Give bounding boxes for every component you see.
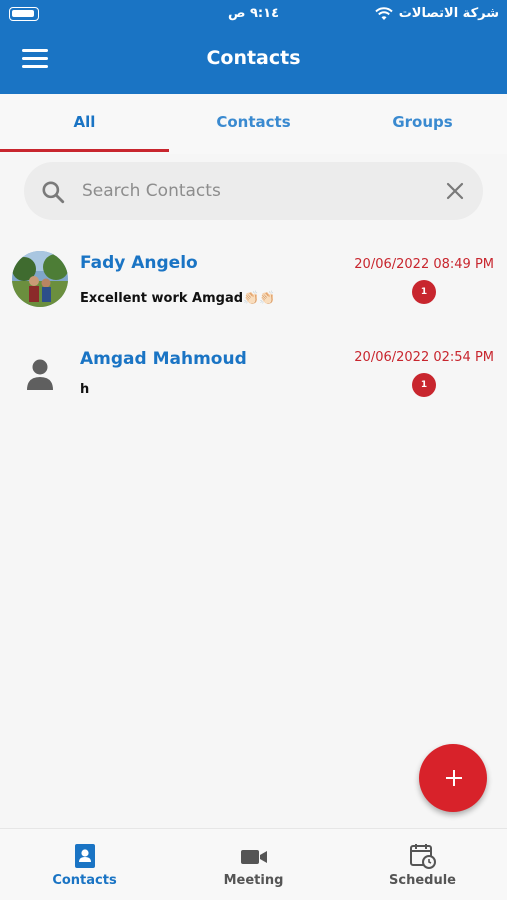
carrier-name: شركة الاتصالات — [398, 6, 499, 21]
calendar-clock-icon — [410, 844, 436, 869]
contact-name: Fady Angelo — [80, 253, 198, 273]
wifi-icon — [375, 6, 393, 20]
video-camera-icon — [241, 850, 267, 864]
nav-label: Contacts — [52, 873, 117, 888]
person-icon — [27, 359, 53, 390]
tab-contacts[interactable]: Contacts — [169, 94, 338, 154]
unread-badge: 1 — [412, 373, 436, 397]
list-item[interactable]: Amgad Mahmoud h 20/06/2022 02:54 PM 1 — [0, 335, 507, 425]
nav-label: Schedule — [389, 873, 456, 888]
app-bar: ٩:١٤ ص شركة الاتصالات Contacts — [0, 0, 507, 94]
tab-all[interactable]: All — [0, 94, 169, 154]
tab-groups[interactable]: Groups — [338, 94, 507, 154]
page-title: Contacts — [206, 47, 301, 69]
contact-name: Amgad Mahmoud — [80, 349, 247, 369]
search-icon — [42, 181, 65, 204]
nav-item-meeting[interactable]: Meeting — [169, 829, 338, 900]
add-button[interactable] — [419, 744, 487, 812]
last-message: Excellent work Amgad👏🏻👏🏻 — [80, 291, 276, 306]
nav-label: Meeting — [223, 873, 284, 888]
status-carrier: شركة الاتصالات — [375, 6, 499, 21]
message-date: 20/06/2022 08:49 PM — [354, 257, 494, 272]
avatar-photo-image — [12, 251, 68, 307]
close-icon[interactable] — [445, 181, 465, 201]
list-item[interactable]: Fady Angelo Excellent work Amgad👏🏻👏🏻 20/… — [0, 240, 507, 330]
search-bar — [24, 162, 483, 220]
nav-item-schedule[interactable]: Schedule — [338, 829, 507, 900]
status-bar: ٩:١٤ ص شركة الاتصالات — [0, 0, 507, 30]
message-date: 20/06/2022 02:54 PM — [354, 350, 494, 365]
bottom-navigation: Contacts Meeting Schedule — [0, 828, 507, 900]
nav-item-contacts[interactable]: Contacts — [0, 829, 169, 900]
tab-bar: All Contacts Groups — [0, 94, 507, 154]
last-message: h — [80, 382, 90, 397]
unread-badge: 1 — [412, 280, 436, 304]
contacts-book-icon — [75, 844, 95, 868]
avatar — [12, 251, 68, 307]
search-input[interactable] — [82, 172, 422, 210]
